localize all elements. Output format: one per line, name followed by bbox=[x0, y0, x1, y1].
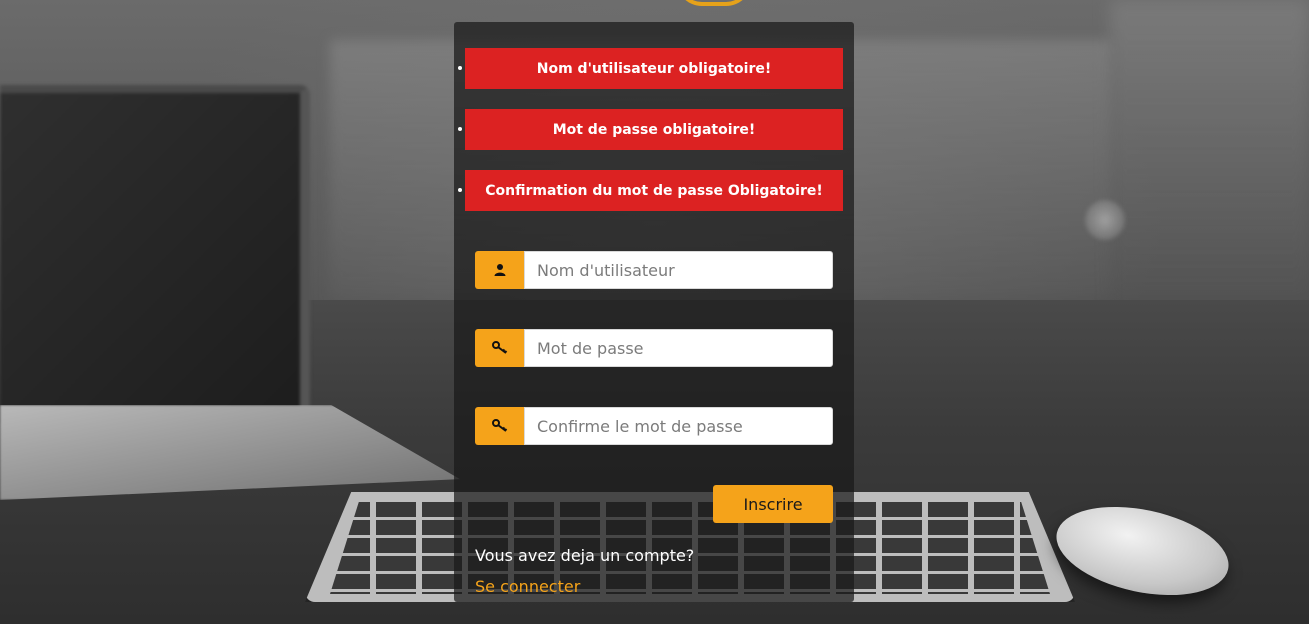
login-link[interactable]: Se connecter bbox=[475, 577, 580, 596]
password-input[interactable] bbox=[524, 329, 833, 367]
have-account-text: Vous avez deja un compte? bbox=[475, 546, 695, 565]
user-icon bbox=[475, 251, 524, 289]
confirm-password-group bbox=[475, 407, 833, 445]
username-input[interactable] bbox=[524, 251, 833, 289]
confirm-password-input[interactable] bbox=[524, 407, 833, 445]
error-message: Nom d'utilisateur obligatoire! bbox=[536, 60, 772, 77]
password-group bbox=[475, 329, 833, 367]
key-icon bbox=[475, 329, 524, 367]
background-glass bbox=[1085, 200, 1125, 240]
key-icon bbox=[475, 407, 524, 445]
error-message: Confirmation du mot de passe Obligatoire… bbox=[485, 182, 823, 199]
error-username-required: Nom d'utilisateur obligatoire! bbox=[458, 48, 843, 89]
register-panel: Nom d'utilisateur obligatoire! Mot de pa… bbox=[454, 22, 854, 602]
error-bullet bbox=[458, 127, 462, 131]
error-message: Mot de passe obligatoire! bbox=[552, 121, 756, 138]
background-laptop-screen bbox=[0, 85, 310, 423]
error-bullet bbox=[458, 188, 462, 192]
error-bullet bbox=[458, 66, 462, 70]
register-button[interactable]: Inscrire bbox=[713, 485, 833, 523]
error-list: Nom d'utilisateur obligatoire! Mot de pa… bbox=[454, 48, 854, 231]
error-password-required: Mot de passe obligatoire! bbox=[458, 109, 843, 150]
username-group bbox=[475, 251, 833, 289]
error-confirm-required: Confirmation du mot de passe Obligatoire… bbox=[458, 170, 843, 211]
background-window-right bbox=[1110, 0, 1309, 300]
